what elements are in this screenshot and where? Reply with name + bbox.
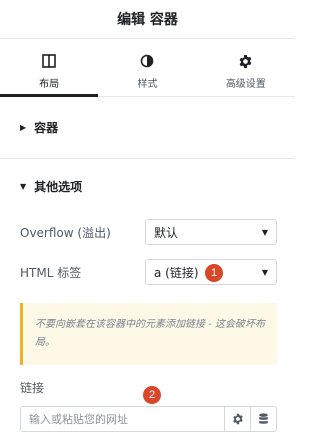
gear-icon — [232, 410, 244, 429]
gear-icon — [238, 53, 253, 69]
tab-layout[interactable]: 布局 — [0, 39, 99, 97]
link-warning-notice: 不要向嵌套在该容器中的元素添加链接 - 这会破坏布局。 — [20, 303, 277, 365]
link-settings-button[interactable] — [224, 407, 250, 431]
section-container-title: 容器 — [34, 121, 59, 135]
notice-text: 不要向嵌套在该容器中的元素添加链接 - 这会破坏布局。 — [35, 319, 265, 348]
tab-style-label: 样式 — [137, 79, 158, 90]
database-icon — [258, 410, 269, 429]
link-field — [20, 406, 277, 432]
half-circle-icon — [140, 53, 154, 69]
caret-right-icon: ▶ — [20, 123, 27, 132]
section-other-options[interactable]: ▼ 其他选项 — [0, 159, 295, 214]
step-badge-2: 2 — [143, 386, 161, 404]
chevron-down-icon: ▼ — [261, 267, 268, 277]
tab-layout-label: 布局 — [39, 79, 60, 90]
tab-bar: 布局 样式 高级设置 — [0, 38, 295, 97]
html-tag-control: HTML 标签 a (链接) ▼ — [20, 259, 277, 285]
dynamic-tags-button[interactable] — [250, 407, 276, 431]
html-tag-label: HTML 标签 — [20, 265, 82, 280]
section-other-title: 其他选项 — [34, 180, 83, 194]
tab-advanced[interactable]: 高级设置 — [197, 39, 295, 96]
chevron-down-icon: ▼ — [261, 227, 268, 237]
panel-title: 编辑 容器 — [117, 12, 178, 28]
overflow-control: Overflow (溢出) 默认 ▼ — [20, 219, 277, 245]
panel-header: 编辑 容器 — [0, 0, 295, 38]
caret-down-icon: ▼ — [20, 182, 27, 191]
step-badge-1: 1 — [205, 264, 223, 282]
html-tag-value: a (链接) — [154, 265, 199, 280]
overflow-label: Overflow (溢出) — [20, 225, 111, 240]
link-label: 链接 — [20, 381, 45, 395]
tab-style[interactable]: 样式 — [98, 39, 196, 96]
layout-icon — [42, 53, 56, 69]
section-container[interactable]: ▶ 容器 — [0, 97, 295, 159]
link-url-input[interactable] — [21, 407, 224, 431]
tab-advanced-label: 高级设置 — [225, 79, 266, 90]
overflow-select[interactable]: 默认 ▼ — [145, 219, 277, 245]
overflow-value: 默认 — [154, 225, 179, 240]
